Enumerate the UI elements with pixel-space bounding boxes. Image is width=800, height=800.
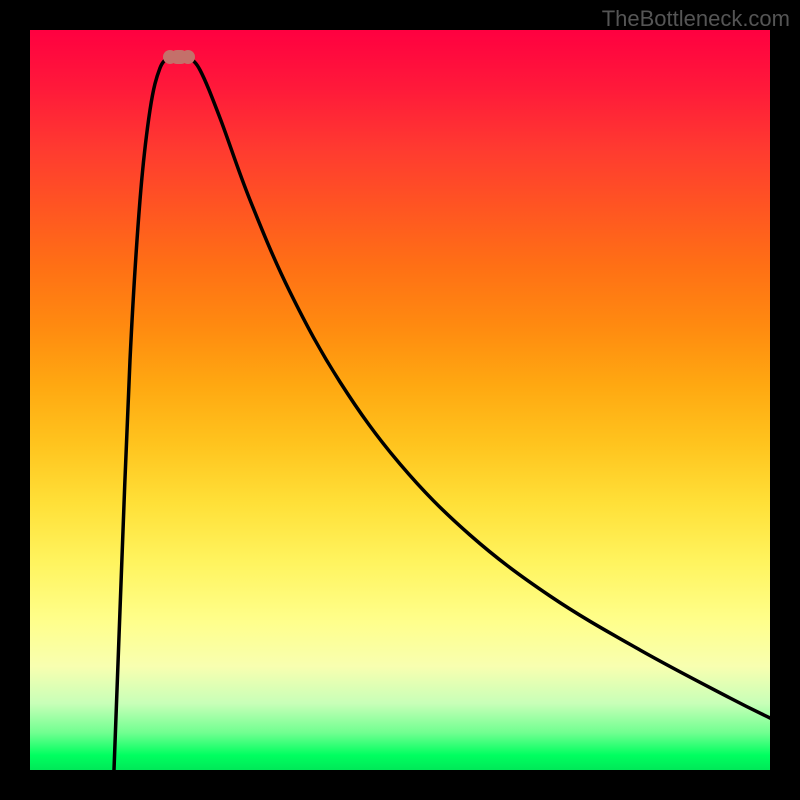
curve-left-descent xyxy=(114,57,170,770)
plot-area xyxy=(30,30,770,770)
trough-marker-right xyxy=(181,50,195,64)
trough-marker-left xyxy=(163,50,177,64)
chart-frame: TheBottleneck.com xyxy=(0,0,800,800)
curve-right-ascent xyxy=(188,57,770,718)
attribution-label: TheBottleneck.com xyxy=(602,6,790,32)
curve-layer xyxy=(30,30,770,770)
